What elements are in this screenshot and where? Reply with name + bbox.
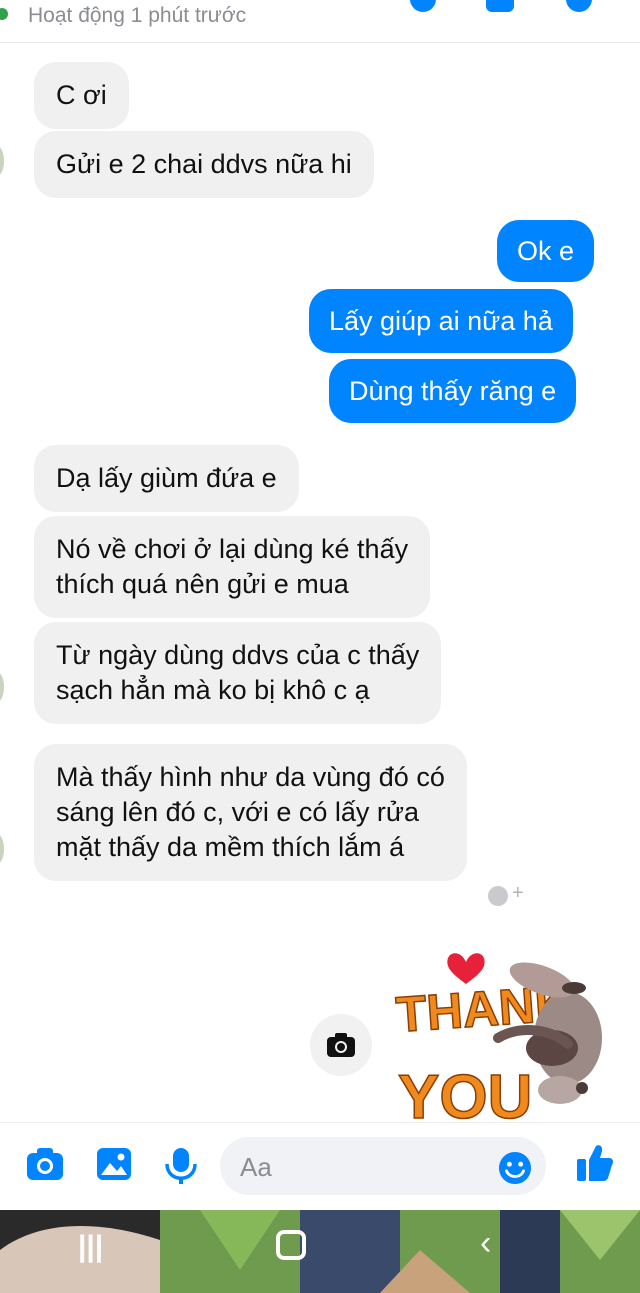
thumbs-up-icon[interactable] — [576, 1143, 614, 1183]
sender-avatar[interactable] — [0, 146, 10, 190]
camera-icon — [327, 1033, 355, 1057]
sender-avatar[interactable] — [0, 834, 10, 878]
camera-icon[interactable] — [26, 1147, 64, 1181]
online-status-dot — [0, 8, 8, 20]
info-icon[interactable] — [566, 0, 592, 12]
message-line: Từ ngày dùng ddvs của c thấy — [56, 640, 420, 670]
message-incoming[interactable]: Nó về chơi ở lại dùng ké thấy thích quá … — [34, 516, 431, 618]
video-call-icon[interactable] — [486, 0, 514, 12]
message-line: thích quá nên gửi e mua — [56, 569, 349, 599]
message-text: Dùng thấy răng e — [349, 376, 557, 406]
message-input-placeholder: Aa — [240, 1152, 272, 1182]
active-status-text: Hoạt động 1 phút trước — [28, 4, 247, 27]
add-reaction-icon[interactable]: + — [488, 882, 528, 910]
message-incoming[interactable]: Dạ lấy giùm đứa e — [34, 445, 299, 512]
message-text: Lấy giúp ai nữa hả — [329, 306, 553, 336]
message-line: Nó về chơi ở lại dùng ké thấy — [56, 534, 409, 564]
emoji-icon[interactable] — [498, 1151, 532, 1185]
message-outgoing[interactable]: Lấy giúp ai nữa hả — [309, 289, 573, 353]
message-text: Ok e — [517, 236, 575, 266]
message-incoming[interactable]: Gửi e 2 chai ddvs nữa hi — [34, 131, 374, 198]
system-navigation-bar: ||| ‹ — [0, 1210, 640, 1293]
sender-avatar[interactable] — [0, 672, 10, 716]
voice-call-icon[interactable] — [410, 0, 436, 12]
thank-you-sticker[interactable]: THANK YOU — [392, 940, 640, 1120]
home-icon[interactable] — [276, 1230, 306, 1260]
message-outgoing[interactable]: Dùng thấy răng e — [329, 359, 577, 423]
camera-share-button[interactable] — [310, 1014, 372, 1076]
message-line: sáng lên đó c, với e có lấy rửa — [56, 797, 419, 827]
chat-header: Hoạt động 1 phút trước — [0, 0, 640, 43]
message-text: C ơi — [56, 80, 107, 110]
back-icon[interactable]: ‹ — [480, 1224, 491, 1263]
sticker-text-you: YOU — [398, 1063, 532, 1120]
message-input[interactable]: Aa — [220, 1137, 546, 1195]
message-text: Dạ lấy giùm đứa e — [56, 463, 277, 493]
message-incoming[interactable]: Từ ngày dùng ddvs của c thấy sạch hẳn mà… — [34, 622, 442, 724]
message-composer: Aa — [0, 1122, 640, 1211]
message-incoming[interactable]: Mà thấy hình như da vùng đó có sáng lên … — [34, 744, 467, 881]
message-line: sạch hẳn mà ko bị khô c ạ — [56, 675, 370, 705]
microphone-icon[interactable] — [164, 1147, 198, 1185]
message-text: Gửi e 2 chai ddvs nữa hi — [56, 149, 352, 179]
message-line: mặt thấy da mềm thích lắm á — [56, 832, 405, 862]
message-line: Mà thấy hình như da vùng đó có — [56, 762, 445, 792]
message-incoming[interactable]: C ơi — [34, 62, 129, 129]
image-icon[interactable] — [96, 1147, 132, 1181]
recents-icon[interactable]: ||| — [78, 1230, 103, 1264]
message-outgoing[interactable]: Ok e — [497, 220, 595, 282]
